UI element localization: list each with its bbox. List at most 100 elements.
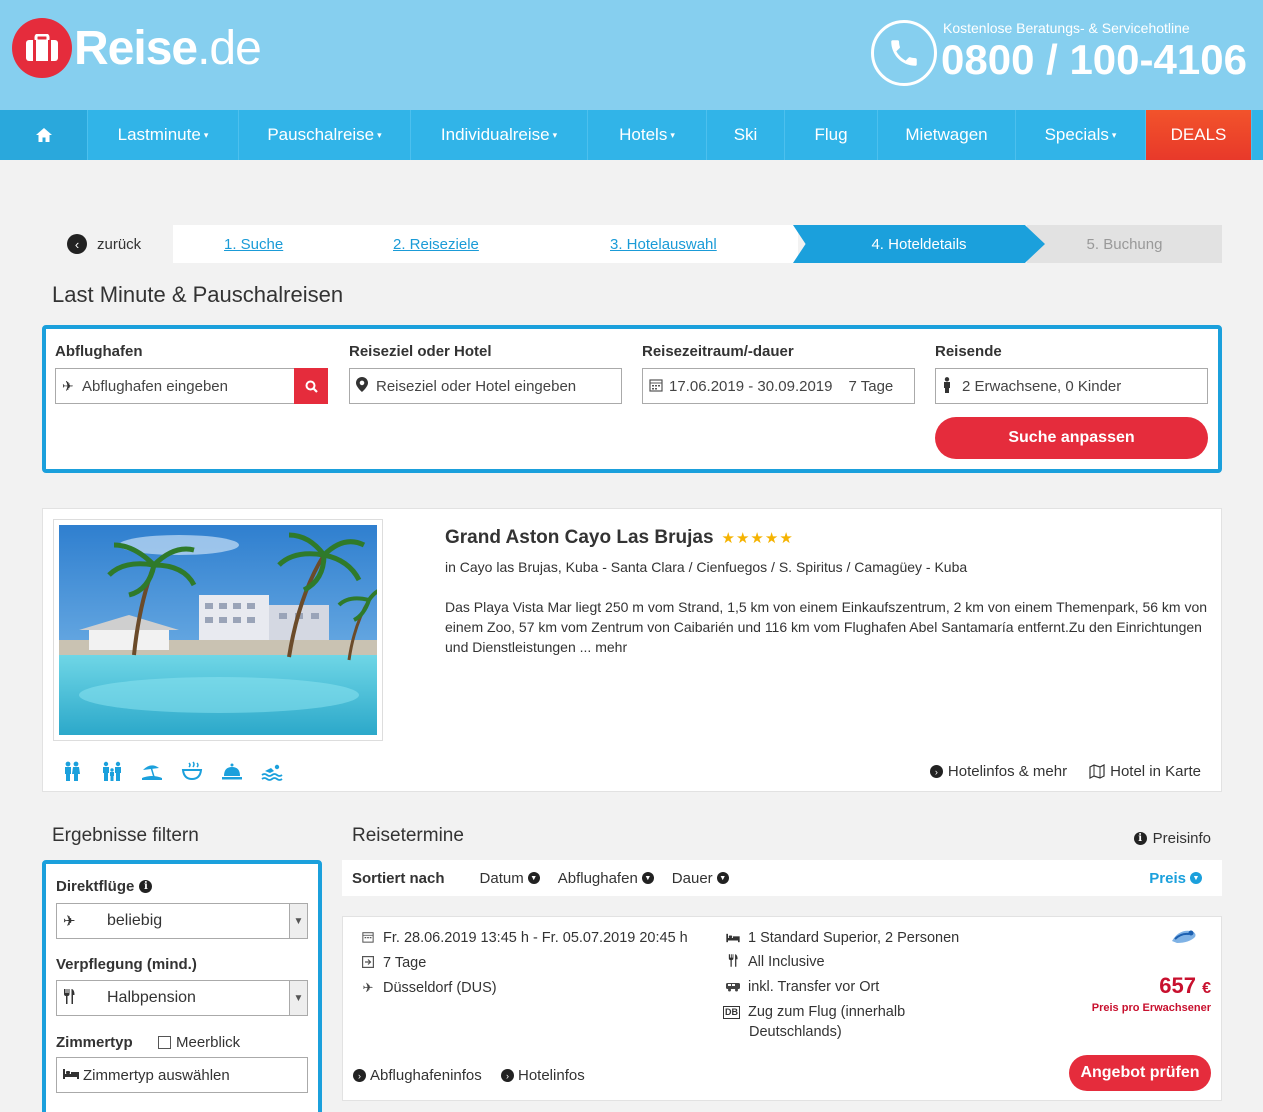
price-per-adult: Preis pro Erwachsener	[1091, 1002, 1211, 1014]
check-offer-button[interactable]: Angebot prüfen	[1069, 1055, 1211, 1091]
offer-card: Fr. 28.06.2019 13:45 h - Fr. 05.07.2019 …	[342, 916, 1222, 1101]
back-label: zurück	[97, 235, 142, 253]
sort-price[interactable]: Preis ▼	[1149, 870, 1202, 887]
departure-input[interactable]: ✈ Abflughafen eingeben	[55, 368, 328, 404]
chevron-down-icon: ▼	[1190, 872, 1202, 884]
spa-icon	[181, 761, 203, 781]
db-logo-icon: DB	[723, 1005, 740, 1019]
calendar-icon	[649, 378, 669, 395]
nav-deals[interactable]: DEALS	[1146, 110, 1252, 160]
cutlery-icon	[57, 988, 107, 1008]
hotel-photo[interactable]	[53, 519, 383, 741]
step-suche[interactable]: 1. Suche	[224, 225, 283, 263]
phone-icon	[871, 20, 937, 86]
offer-board: All Inclusive	[726, 954, 825, 970]
amenity-icons	[61, 761, 283, 781]
booking-steps: ‹ zurück 1. Suche 2. Reiseziele 3. Hotel…	[67, 225, 1222, 263]
room-type-label: Zimmertyp	[56, 1034, 133, 1051]
period-value: 17.06.2019 - 30.09.2019	[669, 377, 833, 395]
search-icon	[305, 380, 318, 393]
person-icon	[942, 376, 962, 396]
hotline-number[interactable]: 0800 / 100-4106	[941, 36, 1247, 84]
sort-bar: Sortiert nach Datum ▼ Abflughafen ▼ Dauer ▼…	[342, 860, 1222, 896]
nav-lastminute[interactable]: Lastminute ▾	[88, 110, 239, 160]
board-label: Verpflegung (mind.)	[56, 956, 197, 973]
sort-airport[interactable]: Abflughafen ▼	[558, 870, 654, 887]
hotel-info-link[interactable]: › Hotelinfos & mehr	[929, 763, 1067, 780]
nav-ski[interactable]: Ski	[707, 110, 785, 160]
airplane-icon: ✈	[63, 913, 76, 930]
bus-icon	[726, 980, 740, 995]
hotel-description[interactable]: Das Playa Vista Mar liegt 250 m vom Stra…	[445, 597, 1217, 657]
period-input[interactable]: 17.06.2019 - 30.09.2019 7 Tage	[642, 368, 915, 404]
calendar-icon	[361, 931, 375, 946]
departure-placeholder: Abflughafen eingeben	[82, 377, 228, 395]
destination-input[interactable]: Reiseziel oder Hotel eingeben	[349, 368, 622, 404]
results-title: Reisetermine	[352, 825, 464, 846]
destination-field: Reiseziel oder Hotel Reiseziel oder Hote…	[349, 343, 622, 404]
cutlery-icon	[726, 954, 740, 970]
sort-label: Sortiert nach	[352, 869, 445, 887]
destination-placeholder: Reiseziel oder Hotel eingeben	[376, 377, 577, 395]
nav-pauschalreise[interactable]: Pauschalreise ▾	[239, 110, 411, 160]
info-icon[interactable]: i	[139, 880, 153, 893]
home-icon[interactable]	[0, 110, 88, 160]
chevron-down-icon: ▼	[527, 872, 540, 884]
duration-icon	[361, 955, 375, 971]
seaview-checkbox[interactable]: Meerblick	[158, 1034, 240, 1051]
step-reiseziele[interactable]: 2. Reiseziele	[393, 225, 479, 263]
page-title: Last Minute & Pauschalreisen	[52, 282, 344, 307]
offer-room: 1 Standard Superior, 2 Personen	[726, 930, 959, 946]
logo-wordmark: Reise.de	[74, 21, 262, 75]
chevron-right-icon: ›	[501, 1069, 514, 1082]
nav-mietwagen[interactable]: Mietwagen	[878, 110, 1016, 160]
step-hotelauswahl[interactable]: 3. Hotelauswahl	[610, 225, 717, 263]
sort-date[interactable]: Datum ▼	[480, 870, 540, 887]
adjust-search-button[interactable]: Suche anpassen	[935, 417, 1208, 459]
header-bar: Reise.de Kostenlose Beratungs- & Service…	[0, 0, 1263, 110]
hotel-links: › Hotelinfos & mehr Hotel in Karte	[929, 763, 1201, 780]
destination-label: Reiseziel oder Hotel	[349, 343, 492, 360]
direct-flights-label: Direktflüge i	[56, 878, 153, 895]
nav-individualreise[interactable]: Individualreise ▾	[411, 110, 588, 160]
back-link[interactable]: ‹ zurück	[67, 225, 141, 263]
hotel-map-link[interactable]: Hotel in Karte	[1089, 763, 1201, 780]
search-button[interactable]	[294, 368, 328, 404]
chevron-down-icon: ▼	[716, 872, 729, 884]
checkbox[interactable]	[158, 1036, 171, 1049]
filter-panel: Direktflüge i ✈ beliebig ▼ Verpflegung (m…	[42, 860, 322, 1112]
duration-value: 7 Tage	[848, 377, 894, 395]
room-type-placeholder: Zimmertyp auswählen	[83, 1066, 230, 1084]
board-select[interactable]: Halbpension ▼	[56, 980, 308, 1016]
bed-icon	[726, 931, 740, 946]
hotel-photo-image	[59, 525, 377, 735]
hotel-location: in Cayo las Brujas, Kuba - Santa Clara /…	[445, 559, 968, 575]
nav-specials[interactable]: Specials ▾	[1016, 110, 1146, 160]
seaview-label: Meerblick	[176, 1034, 241, 1051]
offer-price: 657 €	[1159, 973, 1211, 998]
service-bell-icon	[222, 763, 242, 780]
direct-flights-value: beliebig	[107, 912, 163, 929]
direct-flights-select[interactable]: ✈ beliebig ▼	[56, 903, 308, 939]
travelers-input[interactable]: 2 Erwachsene, 0 Kinder	[935, 368, 1208, 404]
sort-duration[interactable]: Dauer ▼	[672, 870, 729, 887]
departure-label: Abflughafen	[55, 343, 143, 360]
chevron-down-icon: ▼	[289, 981, 307, 1015]
suitcase-icon	[12, 18, 72, 78]
offer-transfer: inkl. Transfer vor Ort	[726, 979, 879, 995]
price-info-link[interactable]: i Preisinfo	[1133, 830, 1211, 847]
room-type-select[interactable]: Zimmertyp auswählen	[56, 1057, 308, 1093]
star-rating: ★★★★★	[721, 530, 794, 547]
airport-info-link[interactable]: › Abflughafeninfos	[353, 1067, 482, 1084]
step-buchung: 5. Buchung	[1027, 225, 1222, 263]
departure-field: Abflughafen ✈ Abflughafen eingeben	[55, 343, 328, 404]
hotel-info-offer-link[interactable]: › Hotelinfos	[501, 1067, 585, 1084]
nav-hotels[interactable]: Hotels ▾	[588, 110, 707, 160]
nav-flug[interactable]: Flug	[785, 110, 878, 160]
reise-logo[interactable]: Reise.de	[12, 18, 262, 78]
search-panel: Abflughafen ✈ Abflughafen eingeben Reise…	[42, 325, 1222, 473]
hotline[interactable]: Kostenlose Beratungs- & Servicehotline 0…	[871, 18, 1251, 88]
period-field: Reisezeitraum/-dauer 17.06.2019 - 30.09.…	[642, 343, 915, 404]
tour-operator-logo	[1172, 930, 1196, 943]
chevron-left-icon: ‹	[67, 234, 87, 254]
